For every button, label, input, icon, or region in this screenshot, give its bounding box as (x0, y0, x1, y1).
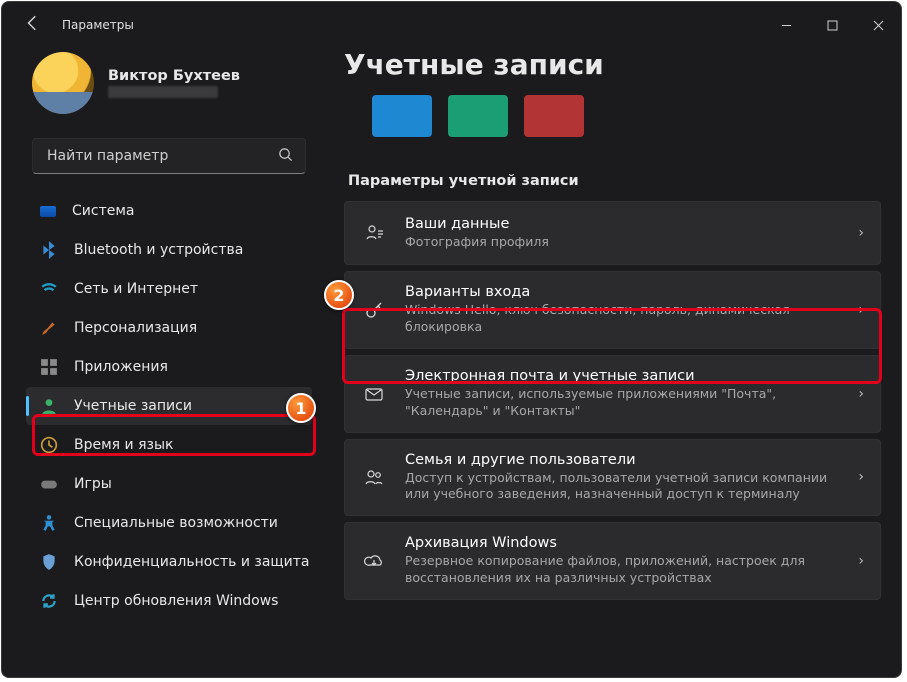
key-icon (363, 300, 385, 320)
accessibility-icon (40, 514, 58, 532)
gamepad-icon (40, 475, 58, 493)
titlebar: Параметры (2, 2, 901, 48)
nav-label: Центр обновления Windows (74, 593, 278, 609)
wifi-icon (40, 280, 58, 298)
nav-label: Сеть и Интернет (74, 281, 198, 297)
nav-list: Система Bluetooth и устройства Сеть и Ин… (26, 192, 312, 620)
card-title: Ваши данные (405, 216, 838, 232)
mail-icon (363, 384, 385, 404)
annotation-marker-2: 2 (324, 280, 354, 310)
system-icon (40, 206, 56, 217)
sidebar: Виктор Бухтеев Найти параметр Система Bl… (2, 48, 322, 677)
nav-label: Приложения (74, 359, 168, 375)
nav-label: Время и язык (74, 437, 173, 453)
bluetooth-icon (40, 241, 58, 259)
minimize-button[interactable] (763, 2, 809, 48)
card-sub: Доступ к устройствам, пользователи учетн… (405, 470, 838, 504)
tile-blue[interactable] (372, 95, 432, 137)
person-icon (40, 397, 58, 415)
nav-label: Bluetooth и устройства (74, 242, 243, 258)
search-icon (278, 147, 293, 166)
nav-label: Специальные возможности (74, 515, 278, 531)
apps-icon (40, 358, 58, 376)
chevron-right-icon: › (858, 553, 864, 569)
chevron-right-icon: › (858, 302, 864, 318)
back-button[interactable] (24, 14, 42, 36)
nav-accounts[interactable]: Учетные записи (26, 387, 312, 425)
card-title: Семья и другие пользователи (405, 452, 838, 468)
maximize-button[interactable] (809, 2, 855, 48)
clock-icon (40, 436, 58, 454)
nav-privacy[interactable]: Конфиденциальность и защита (26, 543, 312, 581)
nav-bluetooth[interactable]: Bluetooth и устройства (26, 231, 312, 269)
shield-icon (40, 553, 58, 571)
profile-settings-icon (363, 223, 385, 243)
window-controls (763, 2, 901, 48)
nav-gaming[interactable]: Игры (26, 465, 312, 503)
window-title: Параметры (62, 18, 134, 32)
chevron-right-icon: › (858, 386, 864, 402)
card-sign-in-options[interactable]: Варианты входа Windows Hello, ключ безоп… (344, 271, 881, 349)
annotation-marker-1: 1 (286, 393, 316, 423)
tile-green[interactable] (448, 95, 508, 137)
nav-label: Учетные записи (74, 398, 192, 414)
nav-label: Система (72, 203, 134, 219)
nav-label: Конфиденциальность и защита (74, 554, 309, 570)
nav-apps[interactable]: Приложения (26, 348, 312, 386)
search-placeholder: Найти параметр (47, 148, 168, 164)
nav-accessibility[interactable]: Специальные возможности (26, 504, 312, 542)
cloud-backup-icon (363, 551, 385, 571)
card-email-accounts[interactable]: Электронная почта и учетные записи Учетн… (344, 355, 881, 433)
profile-email-redacted (108, 86, 218, 98)
tile-red[interactable] (524, 95, 584, 137)
avatar (32, 52, 94, 114)
account-tiles (372, 95, 881, 137)
card-title: Архивация Windows (405, 535, 838, 551)
close-button[interactable] (855, 2, 901, 48)
main-content: Учетные записи Параметры учетной записи … (322, 48, 901, 677)
card-sub: Учетные записи, используемые приложениям… (405, 386, 838, 420)
people-icon (363, 467, 385, 487)
nav-time-language[interactable]: Время и язык (26, 426, 312, 464)
nav-system[interactable]: Система (26, 192, 312, 230)
page-title: Учетные записи (344, 48, 881, 81)
section-title: Параметры учетной записи (348, 173, 881, 189)
card-sub: Фотография профиля (405, 234, 838, 251)
nav-windows-update[interactable]: Центр обновления Windows (26, 582, 312, 620)
nav-personalization[interactable]: Персонализация (26, 309, 312, 347)
card-your-info[interactable]: Ваши данные Фотография профиля › (344, 201, 881, 265)
profile-name: Виктор Бухтеев (108, 68, 240, 84)
settings-window: Параметры Виктор Бухтеев Найти параметр (1, 1, 902, 678)
nav-network[interactable]: Сеть и Интернет (26, 270, 312, 308)
card-title: Варианты входа (405, 284, 838, 300)
card-title: Электронная почта и учетные записи (405, 368, 838, 384)
card-sub: Windows Hello, ключ безопасности, пароль… (405, 302, 838, 336)
nav-label: Игры (74, 476, 112, 492)
card-family-users[interactable]: Семья и другие пользователи Доступ к уст… (344, 439, 881, 517)
chevron-right-icon: › (858, 225, 864, 241)
card-windows-backup[interactable]: Архивация Windows Резервное копирование … (344, 522, 881, 600)
chevron-right-icon: › (858, 469, 864, 485)
search-input[interactable]: Найти параметр (32, 138, 306, 174)
profile-block[interactable]: Виктор Бухтеев (26, 52, 312, 126)
nav-label: Персонализация (74, 320, 197, 336)
update-icon (40, 592, 58, 610)
card-sub: Резервное копирование файлов, приложений… (405, 553, 838, 587)
brush-icon (40, 319, 58, 337)
